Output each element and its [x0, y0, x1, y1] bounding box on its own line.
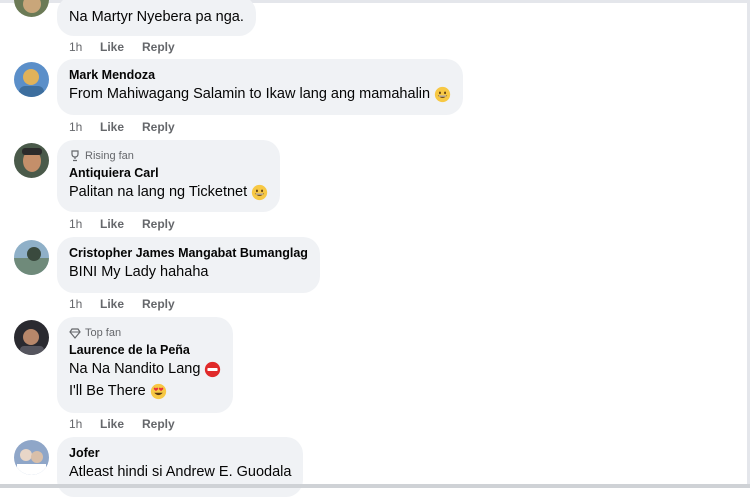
- comment-time[interactable]: 1h: [69, 417, 100, 431]
- commenter-name[interactable]: Cristopher James Mangabat Bumanglag: [69, 245, 308, 261]
- comment-bubble: Mark Mendoza From Mahiwagang Salamin to …: [57, 59, 464, 115]
- comment-bubble: Top fan Laurence de la Peña Na Na Nandit…: [57, 317, 234, 413]
- reply-button[interactable]: Reply: [142, 40, 175, 54]
- comment-text: Atleast hindi si Andrew E. Guodala: [69, 461, 291, 483]
- reply-button[interactable]: Reply: [142, 217, 175, 231]
- grinning-emoji-icon: [252, 184, 268, 200]
- comment-time[interactable]: 1h: [69, 217, 100, 231]
- comment-actions: 1h Like Reply: [69, 416, 175, 432]
- avatar[interactable]: [14, 62, 49, 97]
- comment-line: Atleast hindi si Andrew E. Guodala: [69, 464, 292, 480]
- commenter-name[interactable]: Antiquiera Carl: [69, 165, 268, 181]
- comment-bubble: Rising fan Antiquiera Carl Palitan na la…: [57, 140, 281, 212]
- comment-actions: 1h Like Reply: [69, 119, 175, 135]
- avatar[interactable]: [14, 320, 49, 355]
- comment-time[interactable]: 1h: [69, 120, 100, 134]
- comment-line: From Mahiwagang Salamin to Ikaw lang ang…: [69, 86, 431, 102]
- comment-line: Palitan na lang ng Ticketnet: [69, 184, 248, 200]
- commenter-name[interactable]: Jofer: [69, 445, 291, 461]
- avatar[interactable]: [14, 0, 49, 17]
- badge-label: Rising fan: [85, 150, 134, 162]
- comment-time[interactable]: 1h: [69, 297, 100, 311]
- comment-line: I'll Be There: [69, 383, 146, 399]
- like-button[interactable]: Like: [100, 417, 142, 431]
- comment-time[interactable]: 1h: [69, 40, 100, 54]
- comment-line: BINI My Lady hahaha: [69, 264, 209, 280]
- avatar[interactable]: [14, 240, 49, 275]
- comment-text: BINI My Lady hahaha: [69, 261, 308, 283]
- comment-text: Na Na Nandito Lang: [69, 358, 221, 380]
- comment-text: Na Martyr Nyebera pa nga.: [69, 6, 244, 28]
- comment-actions: 1h Like Reply: [69, 296, 175, 312]
- comment-bubble: Na Martyr Nyebera pa nga.: [57, 0, 256, 36]
- comment-actions: 1h Like Reply: [69, 216, 175, 232]
- like-button[interactable]: Like: [100, 120, 142, 134]
- like-button[interactable]: Like: [100, 217, 142, 231]
- heart-eyes-emoji-icon: [150, 383, 166, 399]
- commenter-name[interactable]: Laurence de la Peña: [69, 342, 221, 358]
- like-button[interactable]: Like: [100, 40, 142, 54]
- comment-bubble: Jofer Atleast hindi si Andrew E. Guodala: [57, 437, 304, 497]
- badge-label: Top fan: [85, 327, 122, 339]
- commenter-name[interactable]: Mark Mendoza: [69, 67, 451, 83]
- comment-actions: 1h Like Reply: [69, 39, 175, 55]
- no-entry-emoji-icon: [205, 361, 221, 377]
- comment-line: Na Martyr Nyebera pa nga.: [69, 9, 244, 25]
- comment-text: I'll Be There: [69, 380, 221, 402]
- diamond-icon: [69, 328, 81, 339]
- comment-text: Palitan na lang ng Ticketnet: [69, 181, 268, 203]
- frame-bottom-border: [0, 484, 750, 488]
- comment-bubble: Cristopher James Mangabat Bumanglag BINI…: [57, 237, 320, 293]
- comment-line: Na Na Nandito Lang: [69, 361, 201, 377]
- avatar[interactable]: [14, 143, 49, 178]
- reply-button[interactable]: Reply: [142, 417, 175, 431]
- grinning-emoji-icon: [434, 86, 451, 102]
- reply-button[interactable]: Reply: [142, 297, 175, 311]
- fan-badge[interactable]: Top fan: [69, 325, 221, 341]
- reply-button[interactable]: Reply: [142, 120, 175, 134]
- comment-text: From Mahiwagang Salamin to Ikaw lang ang…: [69, 83, 451, 105]
- trophy-icon: [71, 150, 79, 162]
- avatar[interactable]: [14, 440, 49, 475]
- like-button[interactable]: Like: [100, 297, 142, 311]
- fan-badge[interactable]: Rising fan: [69, 148, 268, 164]
